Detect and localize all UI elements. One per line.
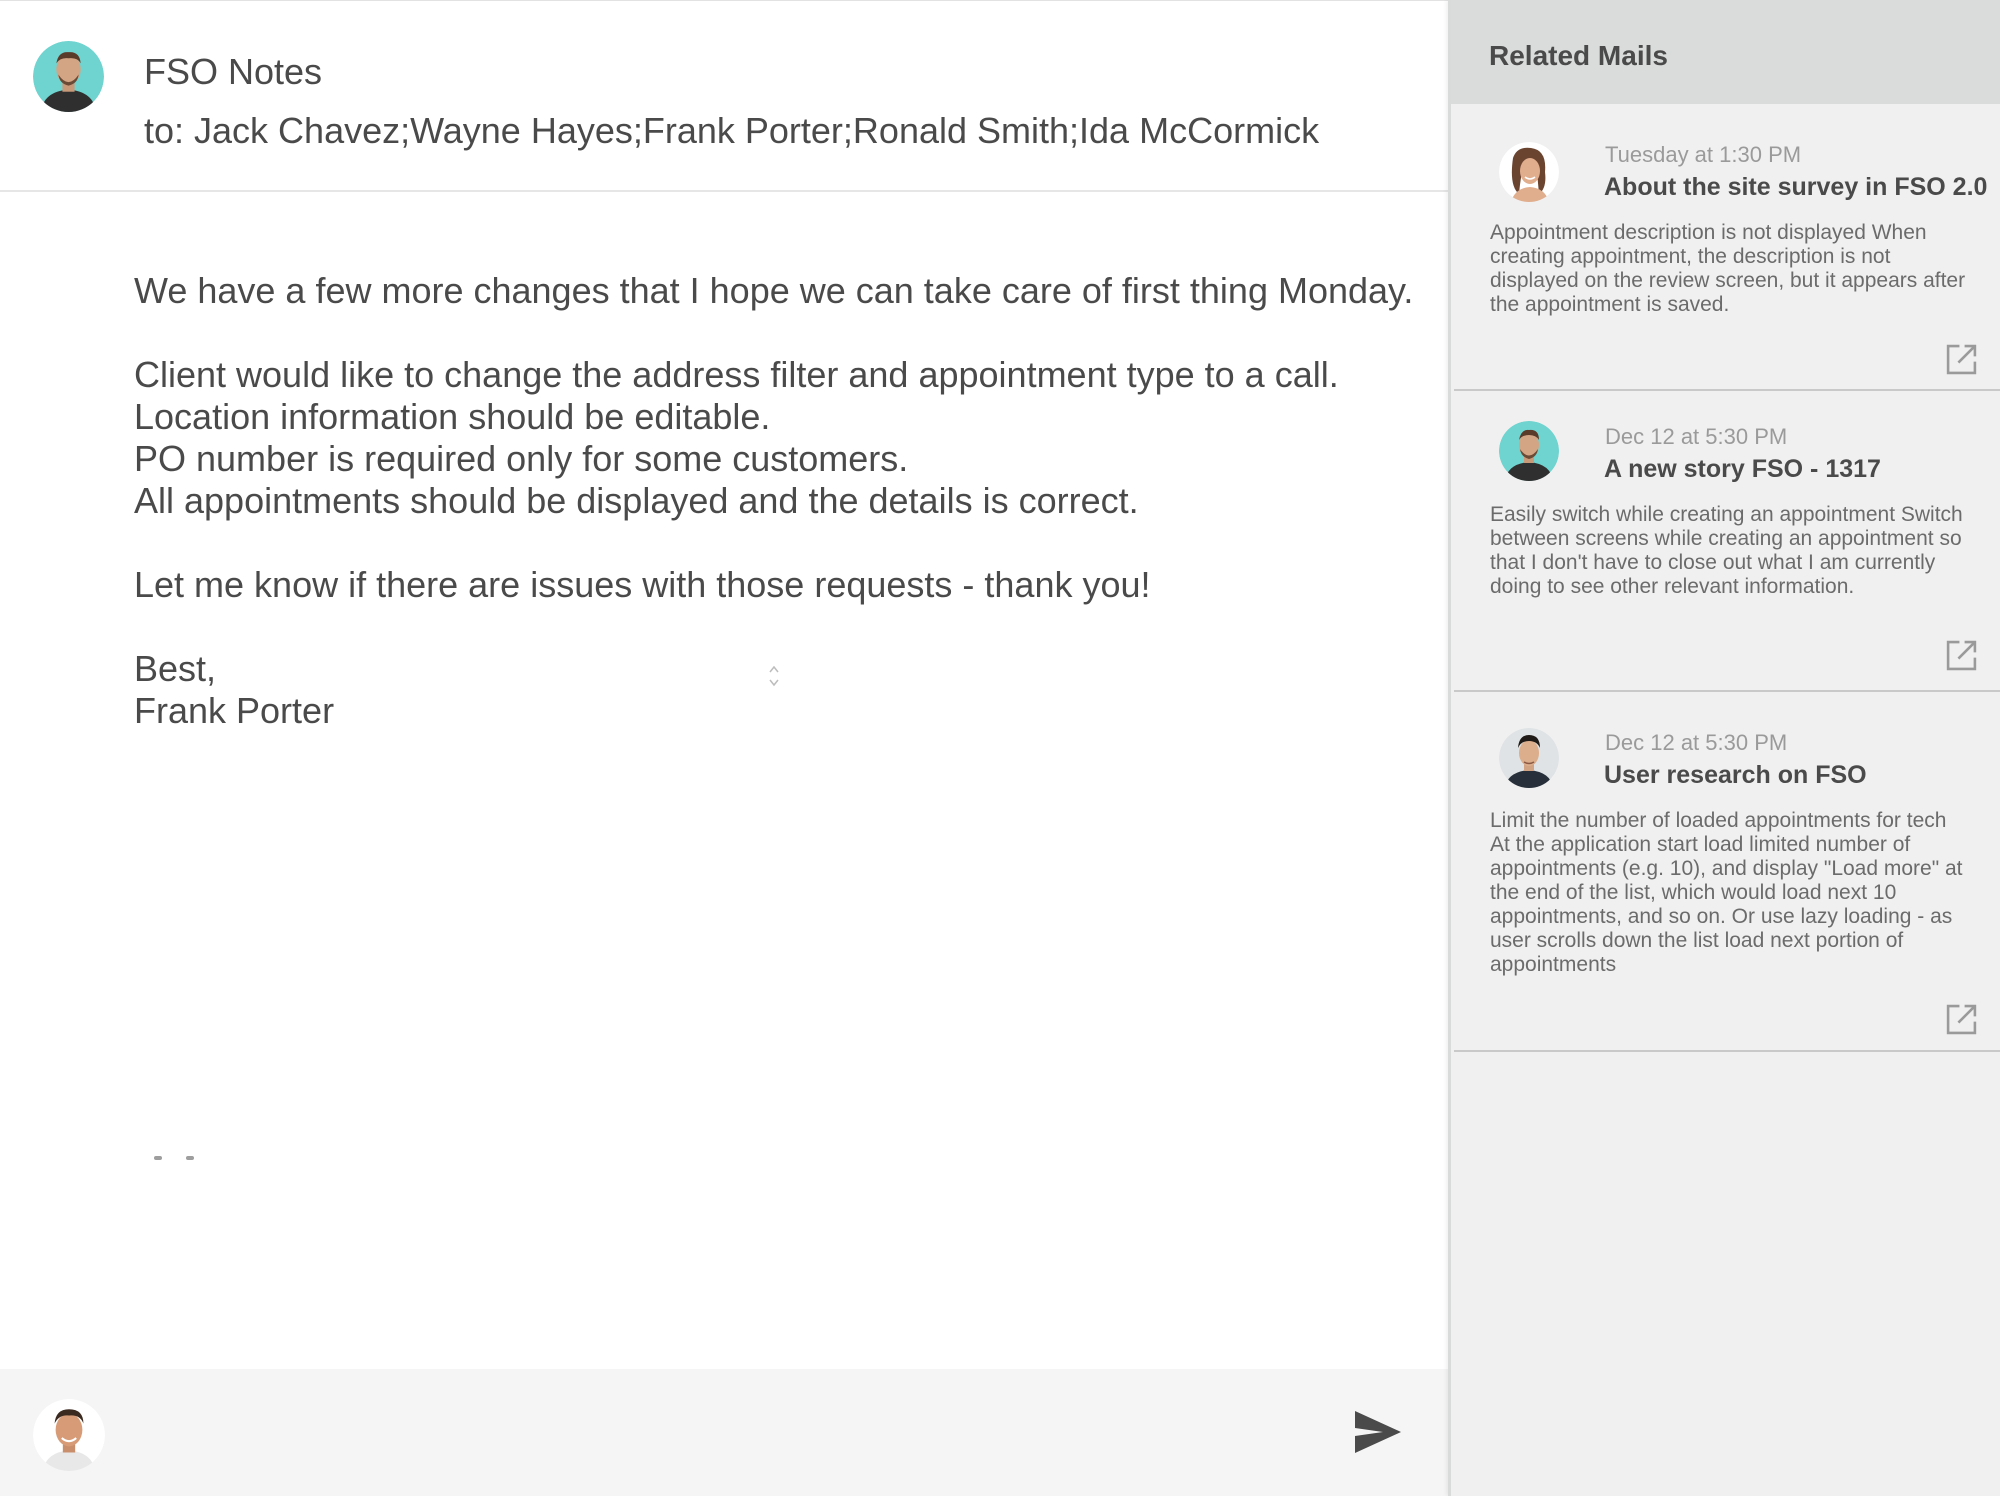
reply-bar: [0, 1369, 1448, 1496]
mail-subject: FSO Notes: [144, 51, 323, 92]
mail-snippet: Appointment description is not displayed…: [1490, 221, 1966, 316]
resize-handle-icon[interactable]: [765, 662, 783, 690]
body-line: PO number is required only for some cust…: [134, 438, 909, 479]
open-external-icon[interactable]: [1945, 639, 1978, 672]
related-mails-header: Related Mails: [1451, 0, 2000, 104]
contact-avatar: [1499, 142, 1559, 202]
body-paragraph: Let me know if there are issues with tho…: [134, 564, 1151, 605]
body-signature: Frank Porter: [134, 690, 335, 731]
mail-title: User research on FSO: [1604, 761, 1867, 789]
related-mail-item[interactable]: Tuesday at 1:30 PM About the site survey…: [1454, 104, 2000, 391]
mail-snippet: Easily switch while creating an appointm…: [1490, 503, 1963, 598]
body-line: Location information should be editable.: [134, 396, 771, 437]
body-paragraph: We have a few more changes that I hope w…: [134, 270, 1414, 311]
mail-title: About the site survey in FSO 2.0: [1604, 173, 1988, 201]
mail-title: A new story FSO - 1317: [1604, 455, 1881, 483]
body-paragraph-list: Client would like to change the address …: [134, 354, 1434, 522]
open-external-icon[interactable]: [1945, 343, 1978, 376]
body-closing: Best,: [134, 648, 217, 689]
contact-avatar: [1499, 421, 1559, 481]
related-mail-item[interactable]: Dec 12 at 5:30 PM User research on FSO L…: [1454, 692, 2000, 1052]
ellipsis-icon: [152, 1156, 198, 1162]
mail-time: Tuesday at 1:30 PM: [1605, 142, 1802, 167]
mail-recipients: to: Jack Chavez;Wayne Hayes;Frank Porter…: [144, 110, 1320, 151]
mail-time: Dec 12 at 5:30 PM: [1605, 730, 1788, 755]
send-button[interactable]: [1353, 1409, 1403, 1455]
related-mail-item[interactable]: Dec 12 at 5:30 PM A new story FSO - 1317…: [1454, 391, 2000, 692]
open-external-icon[interactable]: [1945, 1003, 1978, 1036]
mail-body: We have a few more changes that I hope w…: [134, 270, 1434, 732]
body-line: Client would like to change the address …: [134, 354, 1339, 395]
body-line: All appointments should be displayed and…: [134, 480, 1139, 521]
mail-header: FSO Notes to: Jack Chavez;Wayne Hayes;Fr…: [0, 0, 1448, 192]
user-avatar[interactable]: [33, 1399, 105, 1471]
contact-avatar: [1499, 728, 1559, 788]
mail-pane: FSO Notes to: Jack Chavez;Wayne Hayes;Fr…: [0, 0, 1448, 1496]
send-icon: [1355, 1411, 1401, 1453]
mail-snippet: Limit the number of loaded appointments …: [1490, 809, 1963, 976]
mail-time: Dec 12 at 5:30 PM: [1605, 424, 1788, 449]
related-mails-title: Related Mails: [1489, 40, 1668, 71]
sender-avatar[interactable]: [33, 41, 104, 112]
related-mails-panel: Related Mails Tuesday at 1:30 PM About t…: [1448, 0, 2000, 1496]
